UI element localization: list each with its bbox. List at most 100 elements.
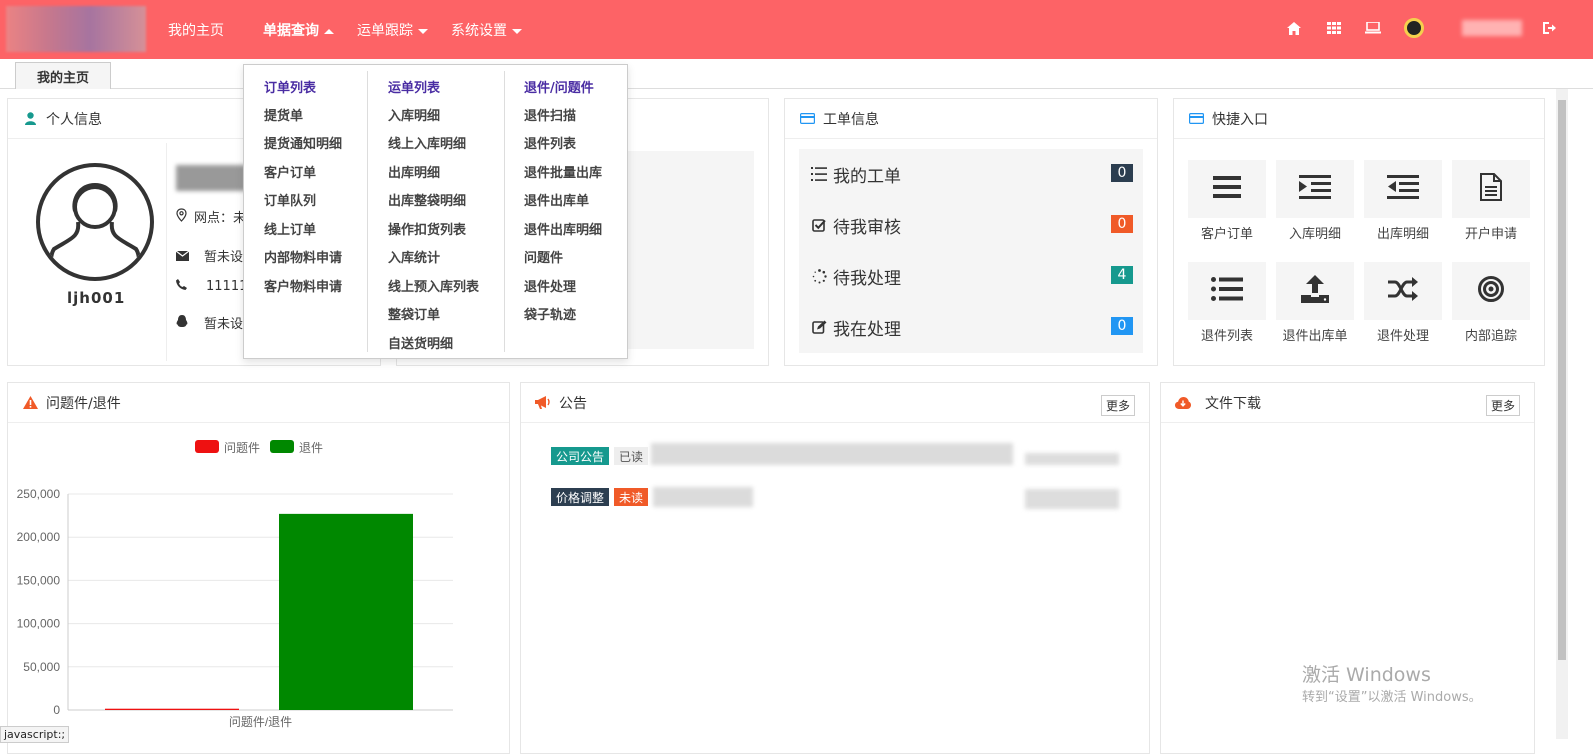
nav-document-query[interactable]: 单据查询 (263, 20, 334, 40)
phone-icon (176, 279, 194, 294)
work-order-row-processing[interactable]: 我在处理 0 (809, 312, 1133, 342)
quick-entry-inbound-detail[interactable] (1276, 160, 1354, 218)
grid-icon[interactable] (1325, 19, 1343, 37)
bar (105, 708, 239, 710)
work-order-row-mine[interactable]: 我的工单 0 (809, 159, 1133, 189)
check-square-icon (809, 218, 829, 232)
work-order-label: 我在处理 (833, 319, 901, 340)
quick-entry-label[interactable]: 出库明细 (1360, 223, 1446, 242)
count-badge: 0 (1111, 317, 1133, 335)
announcement-title-blurred[interactable] (651, 443, 1013, 465)
quick-entry-label[interactable]: 开户申请 (1448, 223, 1534, 242)
windows-activation-title: 激活 Windows (1302, 664, 1431, 686)
panel-title: 快捷入口 (1212, 111, 1268, 128)
work-order-row-review[interactable]: 待我审核 0 (809, 210, 1133, 240)
email-value: 暂未设 (204, 250, 244, 265)
quick-entry-account-application[interactable] (1452, 160, 1530, 218)
nav-waybill-tracking-label: 运单跟踪 (357, 23, 413, 39)
dropdown-item[interactable]: 线上预入库列表 (388, 276, 479, 295)
dropdown-item[interactable]: 提货通知明细 (264, 133, 342, 152)
dropdown-item[interactable]: 退件出库明细 (524, 219, 602, 238)
dropdown-column-orders: 订单列表 提货单 提货通知明细 客户订单 订单队列 线上订单 内部物料申请 客户… (244, 71, 367, 352)
logo[interactable] (6, 6, 146, 52)
quick-entry-internal-tracking[interactable] (1452, 262, 1530, 320)
count-badge: 4 (1111, 266, 1133, 284)
user-icon (22, 111, 38, 127)
y-tick-label: 50,000 (23, 660, 60, 674)
dropdown-item[interactable]: 操作扣货列表 (388, 219, 466, 238)
dropdown-item[interactable]: 退件出库单 (524, 190, 589, 209)
quick-entry-return-outbound[interactable] (1276, 262, 1354, 320)
legend-swatch-return[interactable] (270, 440, 294, 453)
quick-entry-outbound-detail[interactable] (1364, 160, 1442, 218)
y-tick-label: 0 (53, 703, 60, 717)
document-icon (1480, 173, 1502, 205)
nav-waybill-tracking[interactable]: 运单跟踪 (357, 20, 428, 40)
branch-line: 网点：未 (176, 207, 246, 226)
dropdown-header[interactable]: 退件/问题件 (524, 77, 594, 96)
panel-title: 文件下载 (1205, 395, 1261, 412)
logout-icon[interactable] (1540, 19, 1558, 37)
dropdown-item[interactable]: 客户物料申请 (264, 276, 342, 295)
card-icon (799, 111, 815, 127)
list-ol-icon (809, 167, 829, 181)
home-icon[interactable] (1285, 19, 1303, 37)
dropdown-item[interactable]: 入库明细 (388, 105, 440, 124)
dropdown-item[interactable]: 入库统计 (388, 247, 440, 266)
dropdown-header[interactable]: 订单列表 (264, 77, 316, 96)
dropdown-item[interactable]: 内部物料申请 (264, 247, 342, 266)
document-query-dropdown: 订单列表 提货单 提货通知明细 客户订单 订单队列 线上订单 内部物料申请 客户… (243, 64, 628, 359)
bar (279, 513, 413, 710)
panel-title: 工单信息 (823, 111, 879, 128)
nav-home[interactable]: 我的主页 (168, 20, 224, 40)
more-button[interactable]: 更多 (1485, 395, 1520, 416)
quick-entry-return-list[interactable] (1188, 262, 1266, 320)
quick-entry-label[interactable]: 入库明细 (1272, 223, 1358, 242)
quick-entry-return-process[interactable] (1364, 262, 1442, 320)
bullet-list-icon (1211, 277, 1243, 305)
y-tick-label: 200,000 (17, 530, 61, 544)
legend-swatch-problem[interactable] (195, 440, 219, 453)
quick-entry-label[interactable]: 退件列表 (1184, 325, 1270, 344)
dropdown-item[interactable]: 提货单 (264, 105, 303, 124)
dropdown-item[interactable]: 自送货明细 (388, 333, 453, 352)
warning-icon (22, 395, 38, 411)
tab-home[interactable]: 我的主页 (15, 62, 111, 89)
quick-entry-label[interactable]: 客户订单 (1184, 223, 1270, 242)
user-name-blurred[interactable] (1462, 20, 1522, 36)
dropdown-item[interactable]: 线上订单 (264, 219, 316, 238)
quick-entry-label[interactable]: 退件处理 (1360, 325, 1446, 344)
dropdown-item[interactable]: 退件处理 (524, 276, 576, 295)
cloud-download-icon (1175, 395, 1191, 411)
dropdown-item[interactable]: 线上入库明细 (388, 133, 466, 152)
qq-icon (176, 315, 194, 332)
windows-activation-hint: 转到“设置”以激活 Windows。 (1302, 690, 1482, 705)
dropdown-item[interactable]: 订单队列 (264, 190, 316, 209)
upload-icon (1301, 275, 1329, 307)
laptop-icon[interactable] (1364, 19, 1382, 37)
user-avatar[interactable] (1404, 18, 1424, 38)
dropdown-item[interactable]: 退件批量出库 (524, 162, 602, 181)
nav-system-settings[interactable]: 系统设置 (451, 20, 522, 40)
dropdown-item[interactable]: 出库整袋明细 (388, 190, 466, 209)
dropdown-item[interactable]: 出库明细 (388, 162, 440, 181)
scrollbar-thumb[interactable] (1558, 100, 1566, 660)
y-tick-label: 250,000 (17, 487, 61, 501)
quick-entry-customer-order[interactable] (1188, 160, 1266, 218)
announcement-title-blurred[interactable] (653, 487, 753, 507)
panel-header: 问题件/退件 (8, 383, 509, 423)
quick-entry-label[interactable]: 内部追踪 (1448, 325, 1534, 344)
dropdown-item[interactable]: 问题件 (524, 247, 563, 266)
qq-value: 暂未设 (204, 317, 244, 332)
dropdown-item[interactable]: 退件扫描 (524, 105, 576, 124)
dropdown-item[interactable]: 袋子轨迹 (524, 304, 576, 323)
work-order-row-pending[interactable]: 待我处理 4 (809, 261, 1133, 291)
panel-header: 公告 (521, 383, 1149, 423)
dropdown-item[interactable]: 整袋订单 (388, 304, 440, 323)
more-button[interactable]: 更多 (1100, 395, 1135, 416)
dropdown-header[interactable]: 运单列表 (388, 77, 440, 96)
dropdown-item[interactable]: 退件列表 (524, 133, 576, 152)
dropdown-item[interactable]: 客户订单 (264, 162, 316, 181)
quick-entry-label[interactable]: 退件出库单 (1272, 325, 1358, 344)
panel-header: 快捷入口 (1174, 99, 1544, 139)
